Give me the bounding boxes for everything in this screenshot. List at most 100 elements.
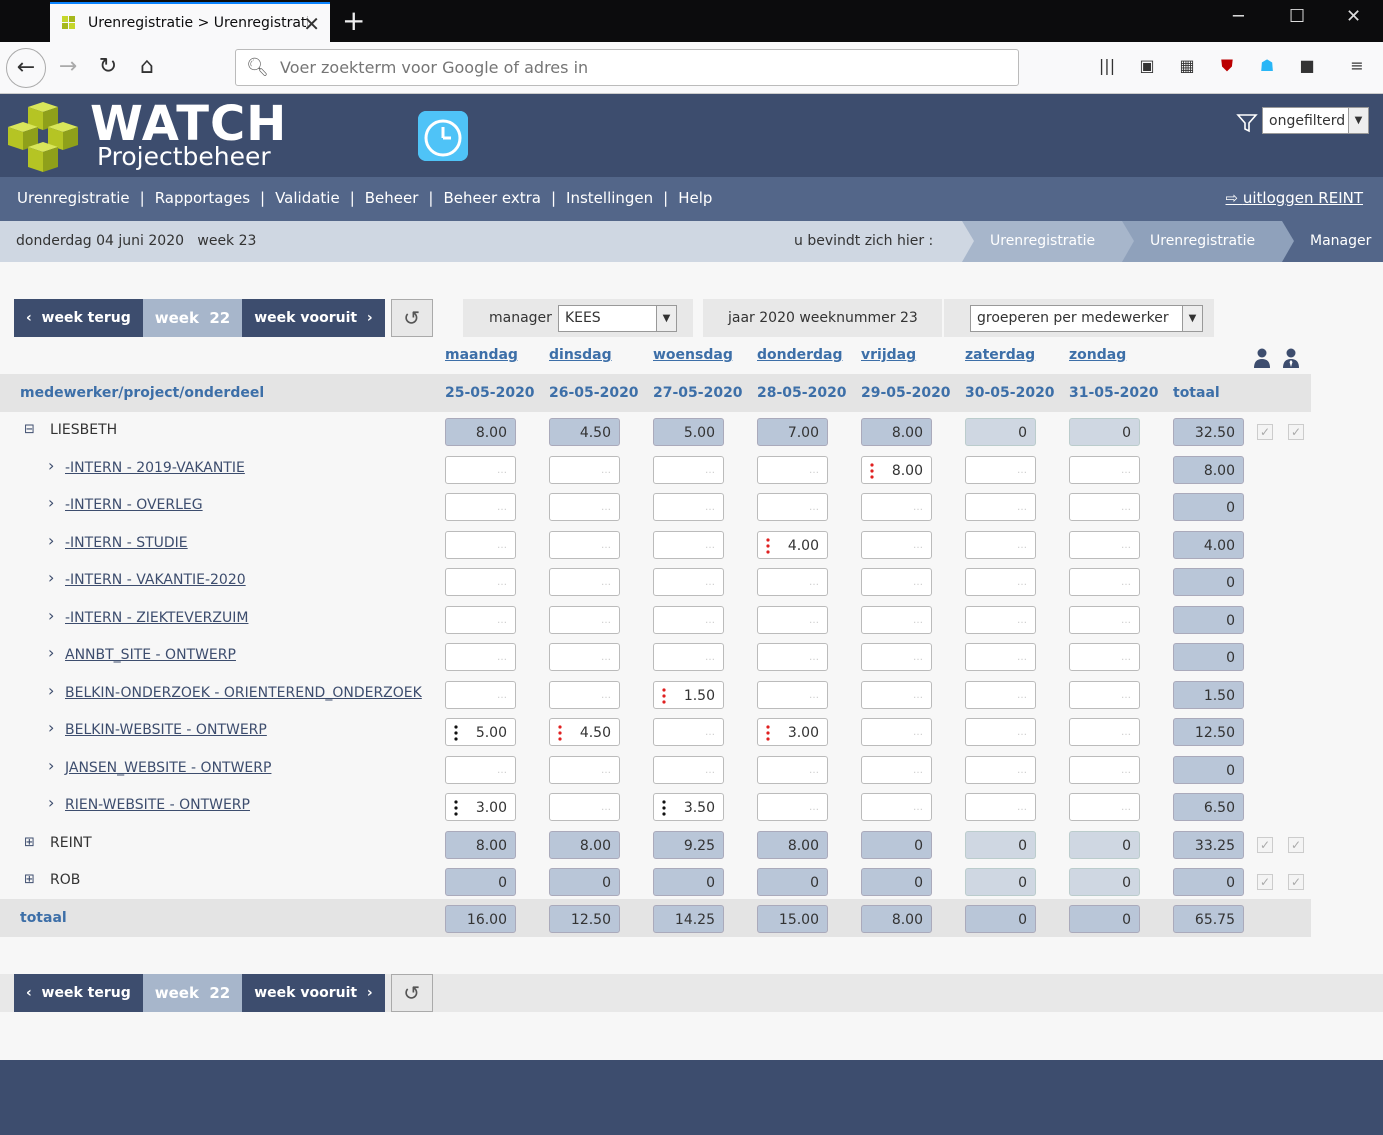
manager-approve-checkbox[interactable]: ✓ (1288, 424, 1304, 440)
hours-input[interactable]: … (1069, 643, 1140, 671)
hours-input[interactable]: … (1069, 455, 1140, 484)
hours-input[interactable]: … (653, 718, 724, 746)
hours-input[interactable]: … (445, 643, 516, 671)
hours-input[interactable]: 1.50 (653, 680, 724, 709)
approve-checkbox[interactable]: ✓ (1257, 424, 1273, 440)
hours-input[interactable]: … (653, 455, 724, 484)
hours-input[interactable]: 4.00 (757, 530, 828, 559)
project-link[interactable]: -INTERN - 2019-VAKANTIE (65, 460, 245, 476)
hours-input[interactable]: … (965, 455, 1036, 484)
chevron-right-icon[interactable]: › (48, 643, 54, 662)
hours-input[interactable]: … (861, 530, 932, 559)
hours-input[interactable]: … (861, 793, 932, 821)
ghostery-icon[interactable]: ☗ (1256, 56, 1278, 78)
day-header-maandag[interactable]: maandag (445, 347, 518, 363)
expand-icon[interactable]: ⊞ (24, 835, 35, 850)
tab-close-icon[interactable]: ✕ (303, 12, 320, 36)
chevron-right-icon[interactable]: › (48, 606, 54, 625)
hours-input[interactable]: … (1069, 680, 1140, 709)
manager-approve-checkbox[interactable]: ✓ (1288, 874, 1304, 890)
clock-icon[interactable] (418, 111, 468, 161)
week-back-button[interactable]: ‹ week terug (14, 299, 143, 337)
hours-input[interactable]: … (861, 680, 932, 709)
day-header-woensdag[interactable]: woensdag (653, 347, 733, 363)
hours-input[interactable]: … (653, 755, 724, 784)
hours-input[interactable]: … (861, 493, 932, 521)
hours-input[interactable]: 3.50 (653, 793, 724, 821)
hours-input[interactable]: … (757, 680, 828, 709)
qr-code-icon[interactable]: ▦ (1176, 56, 1198, 78)
hours-input[interactable]: … (965, 755, 1036, 784)
library-icon[interactable]: ||| (1096, 56, 1118, 78)
hours-input[interactable]: 5.00 (445, 718, 516, 746)
extension-icon[interactable]: ■ (1296, 56, 1318, 78)
week-back-button[interactable]: ‹ week terug (14, 974, 143, 1012)
more-options-icon[interactable] (662, 800, 666, 816)
breadcrumb-item-2[interactable]: Urenregistratie (1122, 221, 1282, 262)
day-header-zondag[interactable]: zondag (1069, 347, 1126, 363)
project-link[interactable]: RIEN-WEBSITE - ONTWERP (65, 797, 250, 813)
breadcrumb-item-3[interactable]: Manager (1282, 221, 1383, 262)
hours-input[interactable]: … (1069, 718, 1140, 746)
hours-input[interactable]: … (861, 755, 932, 784)
hours-input[interactable]: … (757, 793, 828, 821)
menu-item-beheer[interactable]: Beheer (365, 189, 419, 207)
logout-link[interactable]: ⇨ uitloggen REINT (1226, 189, 1364, 207)
menu-item-urenregistratie[interactable]: Urenregistratie (17, 189, 130, 207)
chevron-right-icon[interactable]: › (48, 681, 54, 700)
project-link[interactable]: ANNBT_SITE - ONTWERP (65, 647, 236, 663)
sidebar-icon[interactable]: ▣ (1136, 56, 1158, 78)
hours-input[interactable]: … (965, 568, 1036, 596)
hours-input[interactable]: … (1069, 755, 1140, 784)
menu-item-beheer-extra[interactable]: Beheer extra (443, 189, 541, 207)
hours-input[interactable]: … (549, 455, 620, 484)
hours-input[interactable]: … (965, 793, 1036, 821)
hours-input[interactable]: … (445, 605, 516, 634)
new-tab-icon[interactable]: + (342, 4, 365, 37)
hours-input[interactable]: … (445, 530, 516, 559)
hours-input[interactable]: … (1069, 605, 1140, 634)
more-options-icon[interactable] (454, 725, 458, 741)
hours-input[interactable]: … (549, 493, 620, 521)
hours-input[interactable]: … (653, 643, 724, 671)
menu-item-instellingen[interactable]: Instellingen (566, 189, 653, 207)
hours-input[interactable]: … (757, 605, 828, 634)
refresh-icon[interactable]: ↺ (390, 299, 433, 337)
hours-input[interactable]: … (757, 755, 828, 784)
filter-icon[interactable] (1236, 112, 1258, 134)
more-options-icon[interactable] (558, 725, 562, 741)
menu-item-help[interactable]: Help (678, 189, 712, 207)
maximize-icon[interactable]: ☐ (1289, 6, 1305, 27)
hours-input[interactable]: … (1069, 568, 1140, 596)
week-forward-button[interactable]: week vooruit › (242, 974, 385, 1012)
reload-icon[interactable]: ↻ (92, 52, 124, 84)
project-link[interactable]: -INTERN - ZIEKTEVERZUIM (65, 610, 248, 626)
project-link[interactable]: -INTERN - OVERLEG (65, 497, 203, 513)
window-close-icon[interactable]: ✕ (1346, 6, 1361, 27)
hours-input[interactable]: … (549, 643, 620, 671)
more-options-icon[interactable] (454, 800, 458, 816)
day-header-dinsdag[interactable]: dinsdag (549, 347, 612, 363)
hours-input[interactable]: … (757, 493, 828, 521)
expand-icon[interactable]: ⊞ (24, 872, 35, 887)
manager-approve-checkbox[interactable]: ✓ (1288, 836, 1304, 853)
project-link[interactable]: -INTERN - VAKANTIE-2020 (65, 572, 246, 588)
menu-item-validatie[interactable]: Validatie (275, 189, 340, 207)
project-link[interactable]: JANSEN_WEBSITE - ONTWERP (65, 760, 271, 776)
hours-input[interactable]: … (1069, 793, 1140, 821)
refresh-icon[interactable]: ↺ (390, 974, 433, 1012)
address-input[interactable] (278, 57, 978, 78)
minimize-icon[interactable]: ─ (1233, 6, 1244, 27)
hours-input[interactable]: … (445, 493, 516, 521)
back-arrow-icon[interactable]: ← (6, 48, 46, 88)
hours-input[interactable]: … (653, 605, 724, 634)
group-select[interactable]: groeperen per medewerker ▼ (970, 304, 1203, 332)
more-options-icon[interactable] (870, 462, 874, 479)
hours-input[interactable]: … (445, 755, 516, 784)
hours-input[interactable]: … (1069, 530, 1140, 559)
hamburger-menu-icon[interactable]: ≡ (1346, 56, 1368, 78)
day-header-zaterdag[interactable]: zaterdag (965, 347, 1035, 363)
hours-input[interactable]: … (653, 568, 724, 596)
hours-input[interactable]: … (549, 755, 620, 784)
hours-input[interactable]: 8.00 (861, 455, 932, 484)
